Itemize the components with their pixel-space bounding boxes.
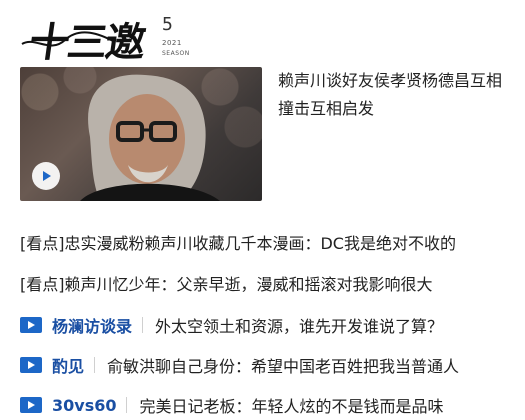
program-header[interactable]: 十三邀 5 2021 SEASON — [20, 6, 220, 66]
play-icon — [20, 357, 42, 373]
column-headline[interactable]: 俞敏洪聊自己身份：希望中国老百姓把我当普通人 — [107, 353, 459, 377]
featured-video[interactable]: 赖声川谈好友侯孝贤杨德昌互相撞击互相启发 — [20, 67, 510, 201]
divider — [94, 357, 96, 373]
play-icon — [20, 397, 42, 413]
divider — [142, 317, 144, 333]
column-item-30vs60[interactable]: 30vs60 完美日记老板：年轻人炫的不是钱而是品味 — [20, 392, 515, 418]
news-item[interactable]: [看点]赖声川忆少年：父亲早逝，漫威和摇滚对我影响很大 — [20, 272, 433, 312]
video-thumbnail[interactable] — [20, 67, 262, 201]
column-name[interactable]: 酌见 — [52, 353, 84, 377]
season-number: 5 — [162, 14, 173, 35]
season-year: 2021 — [162, 39, 182, 47]
play-button[interactable] — [32, 162, 60, 190]
column-name[interactable]: 杨澜访谈录 — [52, 313, 132, 337]
featured-video-title[interactable]: 赖声川谈好友侯孝贤杨德昌互相撞击互相启发 — [278, 67, 510, 123]
season-label: SEASON — [162, 50, 190, 57]
play-icon — [20, 317, 42, 333]
column-name[interactable]: 30vs60 — [52, 396, 116, 415]
divider — [126, 397, 128, 413]
column-headline[interactable]: 外太空领土和资源，谁先开发谁说了算？ — [155, 313, 443, 337]
column-item-zhuojian[interactable]: 酌见 俞敏洪聊自己身份：希望中国老百姓把我当普通人 — [20, 352, 515, 378]
column-item-yanglan[interactable]: 杨澜访谈录 外太空领土和资源，谁先开发谁说了算？ — [20, 312, 515, 338]
news-item[interactable]: [看点]忠实漫威粉赖声川收藏几千本漫画：DC我是绝对不收的 — [20, 231, 456, 271]
play-icon — [43, 171, 51, 181]
column-headline[interactable]: 完美日记老板：年轻人炫的不是钱而是品味 — [139, 393, 443, 417]
program-logo: 十三邀 — [26, 19, 147, 66]
